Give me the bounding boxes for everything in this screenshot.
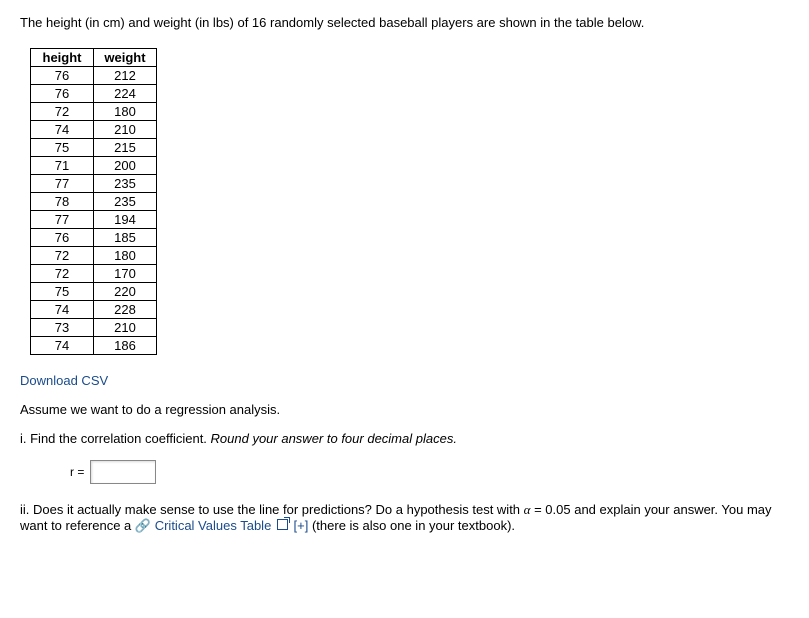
table-cell: 76 — [31, 67, 94, 85]
table-cell: 224 — [94, 85, 157, 103]
col-header-weight: weight — [94, 49, 157, 67]
table-cell: 180 — [94, 103, 157, 121]
table-row: 75220 — [31, 283, 157, 301]
table-row: 75215 — [31, 139, 157, 157]
table-cell: 76 — [31, 229, 94, 247]
table-cell: 228 — [94, 301, 157, 319]
assume-text: Assume we want to do a regression analys… — [20, 402, 789, 417]
table-cell: 74 — [31, 121, 94, 139]
problem-intro: The height (in cm) and weight (in lbs) o… — [20, 15, 789, 30]
table-row: 72180 — [31, 103, 157, 121]
q2-part1: ii. Does it actually make sense to use t… — [20, 502, 524, 517]
col-header-height: height — [31, 49, 94, 67]
download-csv-link[interactable]: Download CSV — [20, 373, 108, 388]
table-cell: 71 — [31, 157, 94, 175]
table-cell: 185 — [94, 229, 157, 247]
q1-hint: Round your answer to four decimal places… — [211, 431, 457, 446]
table-cell: 77 — [31, 211, 94, 229]
table-cell: 210 — [94, 121, 157, 139]
table-cell: 212 — [94, 67, 157, 85]
table-cell: 75 — [31, 283, 94, 301]
table-cell: 186 — [94, 337, 157, 355]
q2-part3: (there is also one in your textbook). — [308, 518, 515, 533]
question-i: i. Find the correlation coefficient. Rou… — [20, 431, 789, 446]
table-cell: 75 — [31, 139, 94, 157]
critical-values-link[interactable]: Critical Values Table [+] — [155, 518, 309, 533]
link-text: Critical Values Table — [155, 518, 272, 533]
table-cell: 76 — [31, 85, 94, 103]
table-row: 72170 — [31, 265, 157, 283]
answer-row: r = — [70, 460, 789, 484]
attachment-icon: 🔗 — [135, 518, 151, 534]
table-cell: 215 — [94, 139, 157, 157]
table-row: 74186 — [31, 337, 157, 355]
table-row: 76185 — [31, 229, 157, 247]
table-row: 77194 — [31, 211, 157, 229]
table-cell: 220 — [94, 283, 157, 301]
table-row: 74210 — [31, 121, 157, 139]
table-row: 76212 — [31, 67, 157, 85]
table-cell: 210 — [94, 319, 157, 337]
table-cell: 235 — [94, 175, 157, 193]
table-cell: 235 — [94, 193, 157, 211]
table-row: 72180 — [31, 247, 157, 265]
table-cell: 200 — [94, 157, 157, 175]
q1-text: i. Find the correlation coefficient. — [20, 431, 211, 446]
plus-toggle[interactable]: [+] — [290, 518, 308, 533]
table-cell: 74 — [31, 337, 94, 355]
table-cell: 194 — [94, 211, 157, 229]
external-link-icon — [277, 519, 288, 530]
table-row: 77235 — [31, 175, 157, 193]
table-cell: 72 — [31, 247, 94, 265]
r-label: r = — [70, 465, 84, 479]
r-input[interactable] — [90, 460, 156, 484]
table-cell: 74 — [31, 301, 94, 319]
question-ii: ii. Does it actually make sense to use t… — [20, 502, 789, 534]
table-row: 78235 — [31, 193, 157, 211]
table-cell: 170 — [94, 265, 157, 283]
table-cell: 72 — [31, 103, 94, 121]
table-row: 74228 — [31, 301, 157, 319]
table-cell: 180 — [94, 247, 157, 265]
table-row: 71200 — [31, 157, 157, 175]
table-cell: 78 — [31, 193, 94, 211]
q2-eq: = 0.05 — [530, 502, 570, 517]
table-cell: 77 — [31, 175, 94, 193]
table-cell: 73 — [31, 319, 94, 337]
table-row: 76224 — [31, 85, 157, 103]
data-table: height weight 76212762247218074210752157… — [30, 48, 157, 355]
table-cell: 72 — [31, 265, 94, 283]
table-row: 73210 — [31, 319, 157, 337]
